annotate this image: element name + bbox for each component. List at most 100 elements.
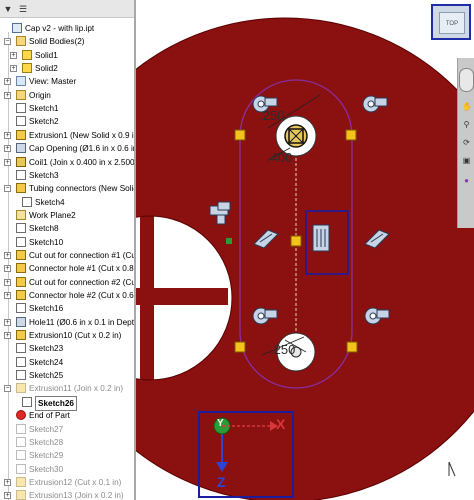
browser-item[interactable]: Sketch25 — [0, 369, 134, 382]
browser-item[interactable]: + Solid1 — [0, 49, 134, 62]
expand-icon[interactable]: + — [4, 131, 11, 139]
browser-menu-icon[interactable]: ☰ — [16, 2, 30, 16]
dimension-bottom[interactable]: .250 — [270, 342, 295, 357]
browser-item[interactable]: − Tubing connectors (New Solid — [0, 182, 134, 195]
expand-icon[interactable]: + — [4, 278, 11, 286]
browser-item[interactable]: + Extrusion13 (Join x 0.2 in) — [0, 489, 134, 500]
dimension-top[interactable]: .250 — [259, 108, 284, 123]
browser-item[interactable]: Sketch27 — [0, 423, 134, 436]
browser-item-label: Sketch1 — [29, 104, 59, 114]
graphics-window[interactable]: .250 .400 .250 Y X Z — [136, 0, 474, 500]
browser-item[interactable]: + Origin — [0, 89, 134, 102]
folder-icon — [16, 36, 26, 47]
browser-item-label: Solid2 — [35, 64, 58, 74]
browser-item[interactable]: Sketch4 — [0, 196, 134, 209]
expand-icon[interactable]: + — [4, 478, 11, 486]
browser-item[interactable]: End of Part — [0, 409, 134, 422]
browser-toolbar: ▼ ☰ — [0, 0, 134, 18]
expand-icon[interactable]: + — [4, 318, 11, 326]
expand-icon[interactable]: + — [4, 292, 11, 299]
browser-item-label: Extrusion1 (New Solid x 0.9 in — [29, 130, 136, 140]
browser-item[interactable]: Sketch2 — [0, 115, 134, 128]
expand-icon[interactable]: + — [4, 78, 11, 86]
browser-item-label: Cut out for connection #2 (Cu — [29, 277, 136, 287]
browser-item[interactable]: Cap v2 - with lip.ipt — [0, 22, 134, 35]
browser-item-label: Sketch24 — [29, 357, 64, 367]
browser-item[interactable]: + Extrusion12 (Cut x 0.1 in) — [0, 476, 134, 489]
solid-body-icon — [22, 49, 32, 60]
browser-item-label: Solid1 — [35, 50, 58, 60]
browser-item-label: Cut out for connection #1 (Cu — [29, 250, 136, 260]
expand-icon[interactable]: + — [4, 332, 11, 340]
browser-item[interactable]: + Cut out for connection #2 (Cu — [0, 276, 134, 289]
browser-item[interactable]: + Connector hole #2 (Cut x 0.6 — [0, 289, 134, 302]
browser-item[interactable]: Sketch30 — [0, 463, 134, 476]
steering-wheel-icon[interactable] — [459, 68, 474, 92]
browser-item[interactable]: + Hole11 (Ø0.6 in x 0.1 in Dept — [0, 316, 134, 329]
extrusion-icon — [16, 263, 26, 274]
browser-item-label: Sketch10 — [29, 237, 64, 247]
browser-item[interactable]: + Cut out for connection #1 (Cu — [0, 249, 134, 262]
expand-icon[interactable]: + — [4, 492, 11, 500]
browser-item[interactable]: + View: Master — [0, 75, 134, 88]
browser-item[interactable]: + Coil1 (Join x 0.400 in x 2.500 — [0, 156, 134, 169]
orbit-icon[interactable]: ⟳ — [462, 138, 471, 147]
browser-item-label: Origin — [29, 90, 51, 100]
browser-item[interactable]: Work Plane2 — [0, 209, 134, 222]
browser-item[interactable]: Sketch16 — [0, 302, 134, 315]
browser-item[interactable]: + Extrusion1 (New Solid x 0.9 in — [0, 129, 134, 142]
browser-item[interactable]: Sketch29 — [0, 449, 134, 462]
sketch-icon — [16, 116, 26, 127]
dimension-diameter[interactable]: .400 — [267, 150, 292, 165]
expand-icon[interactable]: + — [4, 158, 11, 166]
browser-item-label: Hole11 (Ø0.6 in x 0.1 in Dept — [29, 317, 134, 327]
extrusion-icon — [16, 383, 26, 394]
browser-item-label: Cap Opening (Ø1.6 in x 0.6 in — [29, 144, 136, 154]
zoom-icon[interactable]: ⚲ — [462, 120, 471, 129]
browser-item[interactable]: + Solid2 — [0, 62, 134, 75]
scroll-marker — [448, 461, 456, 477]
navigation-bar: ✋ ⚲ ⟳ ▣ ● — [457, 58, 474, 228]
collapse-icon[interactable]: − — [4, 385, 11, 393]
sketch-icon — [16, 343, 26, 354]
browser-item-label: Extrusion10 (Cut x 0.2 in) — [29, 331, 122, 341]
expand-icon[interactable]: + — [4, 145, 11, 153]
browser-item[interactable]: Sketch24 — [0, 356, 134, 369]
browser-item[interactable]: Sketch1 — [0, 102, 134, 115]
expand-icon[interactable]: + — [10, 51, 17, 59]
pan-icon[interactable]: ✋ — [462, 102, 472, 111]
look-at-icon[interactable]: ▣ — [462, 156, 471, 165]
appearance-icon[interactable]: ● — [462, 176, 471, 185]
browser-item-label: Connector hole #1 (Cut x 0.8 — [29, 264, 134, 274]
browser-item[interactable]: Sketch28 — [0, 436, 134, 449]
collapse-icon[interactable]: − — [4, 185, 11, 193]
browser-item[interactable]: + Connector hole #1 (Cut x 0.8 — [0, 262, 134, 275]
browser-item-label: Tubing connectors (New Solid — [29, 184, 136, 194]
filter-icon[interactable]: ▼ — [1, 2, 15, 16]
expand-icon[interactable]: + — [4, 265, 11, 273]
viewcube-face-top[interactable]: TOP — [439, 12, 465, 34]
browser-item[interactable]: Sketch3 — [0, 169, 134, 182]
viewcube[interactable]: TOP — [431, 4, 471, 40]
browser-item[interactable]: + Extrusion10 (Cut x 0.2 in) — [0, 329, 134, 342]
browser-item[interactable]: Sketch8 — [0, 222, 134, 235]
extrusion-icon — [16, 129, 26, 140]
folder-icon — [16, 89, 26, 100]
browser-item[interactable]: Sketch10 — [0, 236, 134, 249]
browser-item[interactable]: − Solid Bodies(2) — [0, 35, 134, 48]
browser-item-label: Sketch28 — [29, 437, 64, 447]
collapse-icon[interactable]: − — [4, 38, 11, 46]
browser-item-label: Sketch16 — [29, 304, 64, 314]
browser-item[interactable]: Sketch26 — [0, 395, 134, 411]
expand-icon[interactable]: + — [10, 65, 17, 73]
sketch-icon — [16, 436, 26, 447]
browser-item[interactable]: + Cap Opening (Ø1.6 in x 0.6 in — [0, 142, 134, 155]
expand-icon[interactable]: + — [4, 251, 11, 259]
sketch-icon — [16, 223, 26, 234]
browser-item-label: Sketch2 — [29, 117, 59, 127]
browser-item-label: Sketch29 — [29, 451, 64, 461]
browser-item[interactable]: Sketch23 — [0, 342, 134, 355]
expand-icon[interactable]: + — [4, 91, 11, 99]
browser-item[interactable]: − Extrusion11 (Join x 0.2 in) — [0, 382, 134, 395]
browser-item-label: Solid Bodies(2) — [29, 37, 85, 47]
